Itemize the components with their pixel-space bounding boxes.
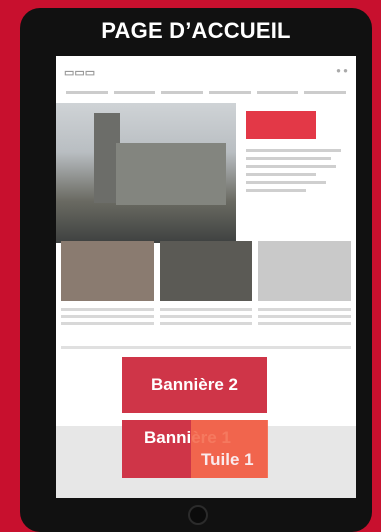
divider — [61, 346, 351, 349]
nav-item — [209, 91, 251, 94]
thumbnail-image — [159, 241, 253, 301]
hero-side-panel — [246, 111, 346, 197]
thumbnail-image — [61, 241, 154, 301]
site-nav — [66, 88, 347, 98]
thumbnail-image — [258, 241, 352, 301]
thumbnail-text — [258, 308, 352, 328]
hero-image — [56, 103, 236, 243]
thumbnail-row — [61, 241, 352, 301]
hero-badge — [246, 111, 316, 139]
tile-1-label: Tuile 1 — [201, 450, 254, 469]
building-hall-shape — [116, 143, 226, 205]
nav-item — [161, 91, 204, 94]
nav-item — [256, 91, 299, 94]
hero-text-lines — [246, 149, 346, 192]
thumbnail-text — [159, 308, 253, 328]
page-title: PAGE D’ACCUEIL — [101, 18, 291, 43]
nav-item — [304, 91, 347, 94]
thumbnail-text-row — [61, 308, 352, 328]
site-logo: ▭▭▭ — [64, 67, 96, 79]
page-background: PAGE D’ACCUEIL ▭▭▭ ● ● Bannière 2 Banniè… — [0, 0, 381, 532]
banner-2[interactable]: Bannière 2 — [122, 357, 267, 413]
site-tools-icon: ● ● — [336, 66, 348, 75]
nav-item — [113, 91, 156, 94]
home-button-icon[interactable] — [188, 505, 208, 525]
nav-item — [66, 91, 108, 94]
tile-1[interactable]: Tuile 1 — [191, 420, 268, 478]
thumbnail-text — [61, 308, 154, 328]
